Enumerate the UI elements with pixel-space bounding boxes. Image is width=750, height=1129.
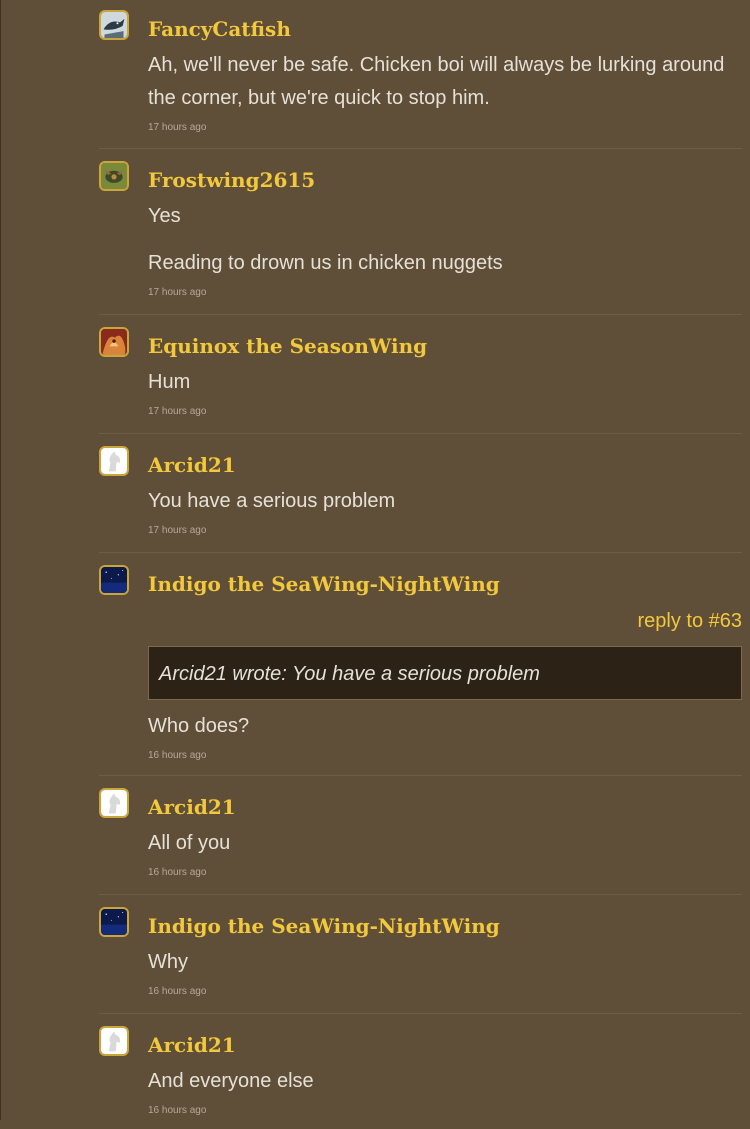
night-sky-avatar-icon[interactable] xyxy=(99,565,129,595)
author-name[interactable]: Arcid21 xyxy=(148,793,742,821)
comment-item: Indigo the SeaWing-NightWing reply to #6… xyxy=(99,553,742,776)
dragon-avatar-icon[interactable] xyxy=(99,161,129,191)
comment-item: Arcid21 You have a serious problem 17 ho… xyxy=(99,434,742,553)
timestamp: 17 hours ago xyxy=(148,406,207,417)
comment-text: Why xyxy=(148,951,188,973)
timestamp: 16 hours ago xyxy=(148,750,207,761)
timestamp: 17 hours ago xyxy=(148,287,207,298)
quoted-comment: Arcid21 wrote: You have a serious proble… xyxy=(148,646,742,700)
comment-item: Frostwing2615 Yes Reading to drown us in… xyxy=(99,149,742,315)
comment-text: Reading to drown us in chicken nuggets xyxy=(148,252,503,274)
default-horse-avatar-icon[interactable] xyxy=(99,788,129,818)
comment-text: You have a serious problem xyxy=(148,490,396,512)
default-horse-avatar-icon[interactable] xyxy=(99,446,129,476)
comment-text: Yes xyxy=(148,205,181,227)
author-name[interactable]: Indigo the SeaWing-NightWing xyxy=(148,912,742,940)
timestamp: 16 hours ago xyxy=(148,867,207,878)
comment-item: Arcid21 All of you 16 hours ago xyxy=(99,776,742,895)
timestamp: 17 hours ago xyxy=(148,525,207,536)
timestamp: 16 hours ago xyxy=(148,986,207,997)
author-name[interactable]: Frostwing2615 xyxy=(148,166,742,194)
author-name[interactable]: FancyCatfish xyxy=(148,15,742,43)
author-name[interactable]: Equinox the SeasonWing xyxy=(148,332,742,360)
comment-text: All of you xyxy=(148,832,231,854)
comment-item: FancyCatfish Ah, we'll never be safe. Ch… xyxy=(99,0,742,149)
default-horse-avatar-icon[interactable] xyxy=(99,1026,129,1056)
seasonwing-avatar-icon[interactable] xyxy=(99,327,129,357)
timestamp: 17 hours ago xyxy=(148,122,207,133)
comment-item: Equinox the SeasonWing Hum 17 hours ago xyxy=(99,315,742,434)
author-name[interactable]: Arcid21 xyxy=(148,451,742,479)
comment-text: And everyone else xyxy=(148,1070,314,1092)
author-name[interactable]: Indigo the SeaWing-NightWing xyxy=(148,570,742,598)
timestamp: 16 hours ago xyxy=(148,1105,207,1116)
comment-text: Hum xyxy=(148,371,191,393)
comment-text: Ah, we'll never be safe. Chicken boi wil… xyxy=(148,54,725,109)
comment-item: Arcid21 And everyone else 16 hours ago xyxy=(99,1014,742,1129)
comment-item: Indigo the SeaWing-NightWing Why 16 hour… xyxy=(99,895,742,1014)
catfish-avatar-icon[interactable] xyxy=(99,10,129,40)
reply-to-link[interactable]: reply to #63 xyxy=(148,606,742,636)
comment-text: Who does? xyxy=(148,715,250,737)
comment-thread: FancyCatfish Ah, we'll never be safe. Ch… xyxy=(99,0,742,1129)
author-name[interactable]: Arcid21 xyxy=(148,1031,742,1059)
page-left-border xyxy=(0,0,1,1120)
night-sky-avatar-icon[interactable] xyxy=(99,907,129,937)
